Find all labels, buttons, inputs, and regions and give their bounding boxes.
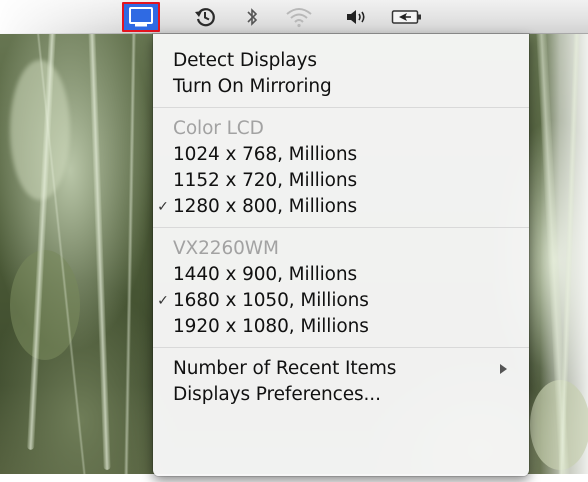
bluetooth-menu-extra[interactable] [242,4,262,30]
resolution-item-1920x1080[interactable]: 1920 x 1080, Millions [153,314,529,340]
displays-menu-extra[interactable] [122,2,160,32]
battery-icon [391,10,421,24]
time-machine-menu-extra[interactable] [192,4,218,30]
wifi-icon [286,8,312,28]
displays-preferences-item[interactable]: Displays Preferences... [153,382,529,408]
menu-bar [0,0,588,34]
menu-item-label: Turn On Mirroring [173,76,332,97]
menu-separator [153,347,529,348]
display-header-vx2260wm: VX2260WM [153,236,529,262]
display-name: Color LCD [173,118,264,139]
checkmark-icon: ✓ [157,293,169,309]
menu-item-label: 1024 x 768, Millions [173,144,358,165]
background-stem [124,29,136,482]
background-blur [10,60,70,200]
checkmark-icon: ✓ [157,199,169,215]
menu-item-label: Number of Recent Items [173,358,397,379]
menu-bar-fade [0,0,140,34]
menu-item-label: 1680 x 1050, Millions [173,290,369,311]
volume-menu-extra[interactable] [344,4,368,30]
volume-icon [347,10,365,24]
display-name: VX2260WM [173,238,279,259]
menu-item-label: 1280 x 800, Millions [173,196,358,217]
menu-item-label: 1920 x 1080, Millions [173,316,369,337]
turn-on-mirroring-item[interactable]: Turn On Mirroring [153,74,529,100]
number-of-recent-items-item[interactable]: Number of Recent Items [153,356,529,382]
menu-separator [153,107,529,108]
resolution-item-1280x800[interactable]: ✓ 1280 x 800, Millions [153,194,529,220]
resolution-item-1152x720[interactable]: 1152 x 720, Millions [153,168,529,194]
wifi-menu-extra[interactable] [284,4,314,30]
detect-displays-item[interactable]: Detect Displays [153,48,529,74]
resolution-item-1024x768[interactable]: 1024 x 768, Millions [153,142,529,168]
menu-separator [153,227,529,228]
display-header-color-lcd: Color LCD [153,116,529,142]
bluetooth-icon [247,8,258,26]
menu-item-label: Detect Displays [173,50,317,71]
display-icon [129,7,153,27]
time-machine-icon [195,8,215,27]
resolution-item-1440x900[interactable]: 1440 x 900, Millions [153,262,529,288]
battery-menu-extra[interactable] [390,4,424,30]
displays-dropdown-menu: Detect Displays Turn On Mirroring Color … [153,34,529,476]
submenu-arrow-icon [500,364,507,374]
menu-item-label: 1152 x 720, Millions [173,170,358,191]
resolution-item-1680x1050[interactable]: ✓ 1680 x 1050, Millions [153,288,529,314]
menu-item-label: 1440 x 900, Millions [173,264,358,285]
background-stem [88,30,111,470]
menu-item-label: Displays Preferences... [173,384,381,405]
